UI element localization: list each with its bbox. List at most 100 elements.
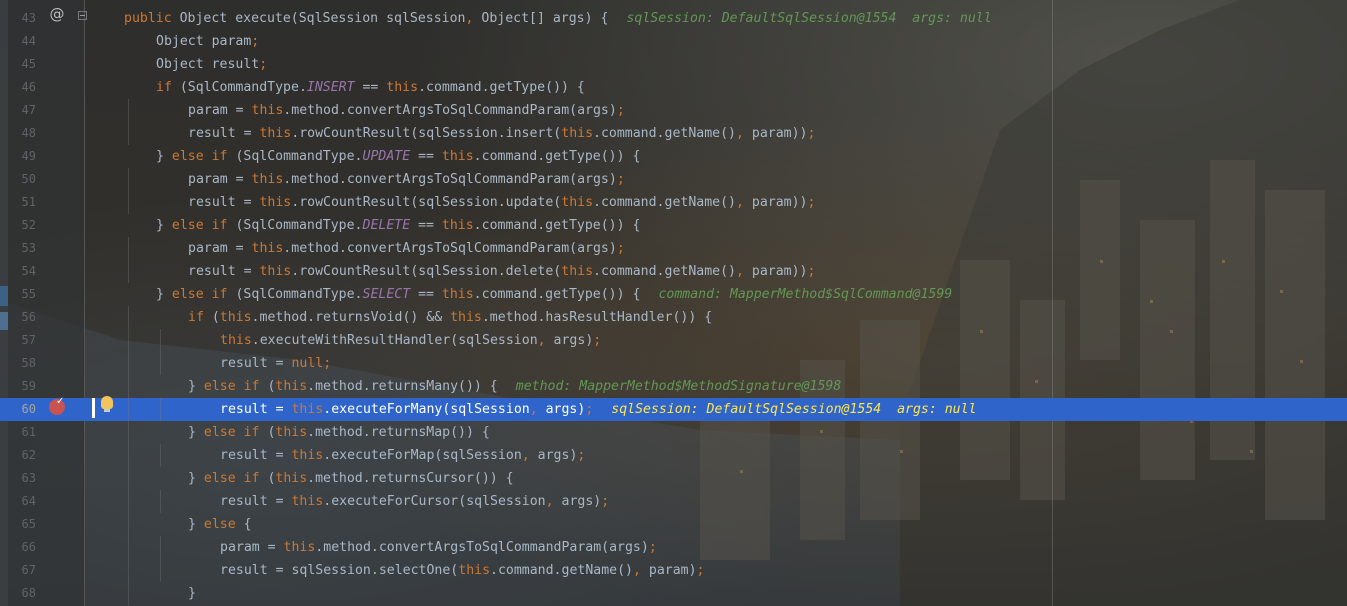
code-line[interactable]: 51 result = this.rowCountResult(sqlSessio… bbox=[0, 191, 1347, 214]
indent-guide bbox=[128, 467, 129, 490]
code-text[interactable]: result = this.rowCountResult(sqlSession.… bbox=[188, 122, 815, 145]
line-number[interactable]: 49 bbox=[8, 145, 36, 168]
code-text[interactable]: result = null; bbox=[220, 352, 331, 375]
code-line[interactable]: 63 } else if (this.method.returnsCursor()… bbox=[0, 467, 1347, 490]
indent-guide bbox=[160, 559, 161, 582]
line-number[interactable]: 68 bbox=[8, 582, 36, 605]
code-text[interactable]: } else if (SqlCommandType.UPDATE == this… bbox=[156, 145, 640, 168]
line-number[interactable]: 52 bbox=[8, 214, 36, 237]
indent-guide bbox=[128, 559, 129, 582]
code-text[interactable]: } bbox=[188, 582, 196, 605]
line-number[interactable]: 43 bbox=[8, 7, 36, 30]
line-number[interactable]: 64 bbox=[8, 490, 36, 513]
text-caret bbox=[92, 398, 95, 418]
indent-guide bbox=[128, 352, 129, 375]
indent-guide bbox=[160, 329, 161, 352]
code-line[interactable]: 67 result = sqlSession.selectOne(this.com… bbox=[0, 559, 1347, 582]
line-number[interactable]: 44 bbox=[8, 30, 36, 53]
code-line[interactable]: 45 Object result; bbox=[0, 53, 1347, 76]
code-text[interactable]: } else { bbox=[188, 513, 252, 536]
code-line[interactable]: 57 this.executeWithResultHandler(sqlSessi… bbox=[0, 329, 1347, 352]
code-line[interactable]: 52 } else if (SqlCommandType.DELETE == th… bbox=[0, 214, 1347, 237]
code-line[interactable]: 43 public Object execute(SqlSession sqlSe… bbox=[0, 7, 1347, 30]
code-line[interactable]: 56 if (this.method.returnsVoid() && this.… bbox=[0, 306, 1347, 329]
code-text[interactable]: param = this.method.convertArgsToSqlComm… bbox=[220, 536, 657, 559]
indent-guide bbox=[128, 513, 129, 536]
line-number[interactable]: 57 bbox=[8, 329, 36, 352]
code-line[interactable]: 48 result = this.rowCountResult(sqlSessio… bbox=[0, 122, 1347, 145]
code-line[interactable]: 68} bbox=[0, 582, 1347, 605]
code-line[interactable]: 46 if (SqlCommandType.INSERT == this.comm… bbox=[0, 76, 1347, 99]
code-text[interactable]: result = this.rowCountResult(sqlSession.… bbox=[188, 191, 815, 214]
line-number[interactable]: 63 bbox=[8, 467, 36, 490]
line-number[interactable]: 56 bbox=[8, 306, 36, 329]
fold-minus-icon[interactable] bbox=[78, 11, 87, 20]
code-line[interactable]: 64 result = this.executeForCursor(sqlSess… bbox=[0, 490, 1347, 513]
code-text[interactable]: } else if (SqlCommandType.DELETE == this… bbox=[156, 214, 640, 237]
code-editor[interactable]: 43 public Object execute(SqlSession sqlSe… bbox=[0, 0, 1347, 606]
line-number[interactable]: 50 bbox=[8, 168, 36, 191]
indent-guide bbox=[128, 122, 129, 145]
code-line[interactable]: 49 } else if (SqlCommandType.UPDATE == th… bbox=[0, 145, 1347, 168]
code-line[interactable]: 65 } else { bbox=[0, 513, 1347, 536]
code-text[interactable]: result = sqlSession.selectOne(this.comma… bbox=[220, 559, 704, 582]
code-text[interactable]: Object param; bbox=[156, 30, 259, 53]
debug-inline-value: command: MapperMethod$SqlCommand@1599 bbox=[658, 287, 953, 302]
line-number[interactable]: 60 bbox=[8, 398, 36, 421]
line-number[interactable]: 66 bbox=[8, 536, 36, 559]
code-text[interactable]: result = this.executeForMany(sqlSession,… bbox=[220, 398, 977, 421]
code-line[interactable]: 59 } else if (this.method.returnsMany()) … bbox=[0, 375, 1347, 398]
code-text[interactable]: } else if (this.method.returnsCursor()) … bbox=[188, 467, 514, 490]
line-number[interactable]: 54 bbox=[8, 260, 36, 283]
lightbulb-icon[interactable] bbox=[101, 396, 113, 412]
code-text[interactable]: Object result; bbox=[156, 53, 267, 76]
code-text[interactable]: result = this.executeForMap(sqlSession, … bbox=[220, 444, 585, 467]
code-text[interactable]: } else if (SqlCommandType.SELECT == this… bbox=[156, 283, 952, 306]
code-line[interactable]: 55 } else if (SqlCommandType.SELECT == th… bbox=[0, 283, 1347, 306]
code-line[interactable]: 53 param = this.method.convertArgsToSqlCo… bbox=[0, 237, 1347, 260]
debug-inline-value: sqlSession: DefaultSqlSession@1554 args:… bbox=[626, 11, 992, 26]
line-number[interactable]: 51 bbox=[8, 191, 36, 214]
code-text[interactable]: if (this.method.returnsVoid() && this.me… bbox=[188, 306, 712, 329]
code-line[interactable]: 58 result = null; bbox=[0, 352, 1347, 375]
indent-guide bbox=[128, 444, 129, 467]
code-text[interactable]: result = this.executeForCursor(sqlSessio… bbox=[220, 490, 609, 513]
code-line[interactable]: 61 } else if (this.method.returnsMap()) { bbox=[0, 421, 1347, 444]
indent-guide bbox=[128, 536, 129, 559]
code-text[interactable]: param = this.method.convertArgsToSqlComm… bbox=[188, 237, 625, 260]
code-text[interactable]: } else if (this.method.returnsMany()) {m… bbox=[188, 375, 841, 398]
indent-guide bbox=[160, 352, 161, 375]
line-number[interactable]: 55 bbox=[8, 283, 36, 306]
line-number[interactable]: 45 bbox=[8, 53, 36, 76]
line-number[interactable]: 58 bbox=[8, 352, 36, 375]
code-text[interactable]: result = this.rowCountResult(sqlSession.… bbox=[188, 260, 815, 283]
code-line[interactable]: 66 param = this.method.convertArgsToSqlCo… bbox=[0, 536, 1347, 559]
code-text[interactable]: if (SqlCommandType.INSERT == this.comman… bbox=[156, 76, 585, 99]
code-line[interactable]: 60 result = this.executeForMany(sqlSessio… bbox=[0, 398, 1347, 421]
line-number[interactable]: 47 bbox=[8, 99, 36, 122]
code-text[interactable]: public Object execute(SqlSession sqlSess… bbox=[124, 7, 992, 30]
code-text[interactable]: } else if (this.method.returnsMap()) { bbox=[188, 421, 490, 444]
code-line[interactable]: 62 result = this.executeForMap(sqlSession… bbox=[0, 444, 1347, 467]
line-number[interactable]: 67 bbox=[8, 559, 36, 582]
code-text[interactable]: param = this.method.convertArgsToSqlComm… bbox=[188, 99, 625, 122]
indent-guide bbox=[128, 306, 129, 329]
code-line[interactable]: 44 Object param; bbox=[0, 30, 1347, 53]
indent-guide bbox=[128, 260, 129, 283]
at-sign-icon[interactable]: @ bbox=[48, 5, 66, 23]
code-text[interactable]: this.executeWithResultHandler(sqlSession… bbox=[220, 329, 601, 352]
code-line[interactable]: 47 param = this.method.convertArgsToSqlCo… bbox=[0, 99, 1347, 122]
code-line[interactable]: 54 result = this.rowCountResult(sqlSessio… bbox=[0, 260, 1347, 283]
line-number[interactable]: 65 bbox=[8, 513, 36, 536]
line-number[interactable]: 59 bbox=[8, 375, 36, 398]
line-number[interactable]: 62 bbox=[8, 444, 36, 467]
line-number[interactable]: 46 bbox=[8, 76, 36, 99]
indent-guide bbox=[128, 582, 129, 605]
line-number[interactable]: 48 bbox=[8, 122, 36, 145]
indent-guide bbox=[128, 237, 129, 260]
code-line[interactable]: 50 param = this.method.convertArgsToSqlCo… bbox=[0, 168, 1347, 191]
indent-guide bbox=[160, 444, 161, 467]
line-number[interactable]: 61 bbox=[8, 421, 36, 444]
line-number[interactable]: 53 bbox=[8, 237, 36, 260]
code-text[interactable]: param = this.method.convertArgsToSqlComm… bbox=[188, 168, 625, 191]
